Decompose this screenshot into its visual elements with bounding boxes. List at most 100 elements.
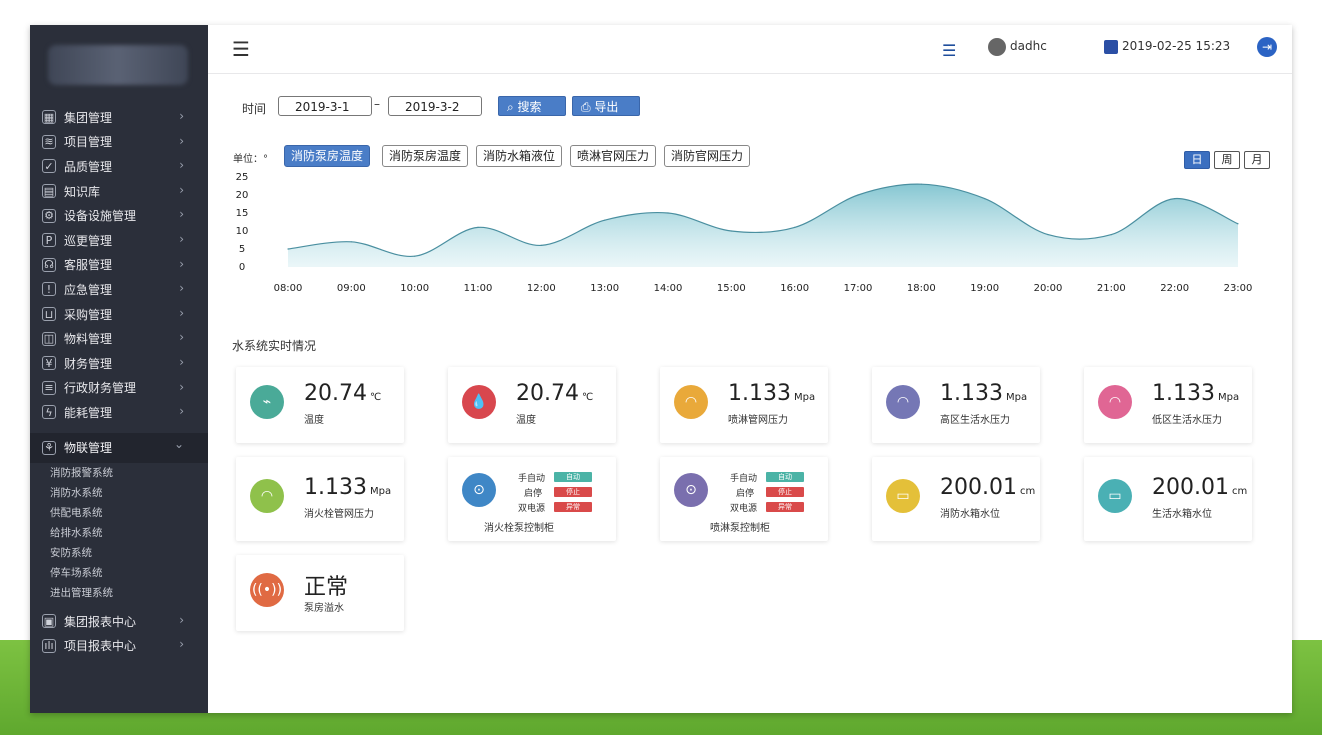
cart-icon: ⊔ xyxy=(42,307,56,322)
sidebar-item-admin-finance[interactable]: ≡ 行政财务管理 › xyxy=(30,376,208,401)
submenu-item[interactable]: 供配电系统 xyxy=(30,503,208,523)
username[interactable]: dadhc xyxy=(1010,39,1110,53)
search-label: 搜索 xyxy=(517,100,542,114)
sidebar-item-label: 客服管理 xyxy=(64,258,113,273)
tab-pump-room-temp-2[interactable]: 消防泵房温度 xyxy=(382,145,469,167)
tank-icon: ▭ xyxy=(1098,479,1132,513)
chevron-right-icon: › xyxy=(179,207,184,222)
metric-label: 温度 xyxy=(516,415,536,426)
x-axis: 08:00 09:00 10:00 11:00 12:00 13:00 14:00 15:00… xyxy=(274,283,1253,294)
metric-value: 200.01 cm xyxy=(940,475,1036,500)
x-tick-label: 23:00 xyxy=(1224,283,1253,294)
shield-icon: ✓ xyxy=(42,159,56,174)
energy-icon: ϟ xyxy=(42,405,56,420)
search-button[interactable]: ⌕ 搜索 xyxy=(498,96,566,116)
start-date-input[interactable]: 2019-3-1 xyxy=(278,96,372,116)
sidebar-item-label: 行政财务管理 xyxy=(64,381,137,396)
submenu-item[interactable]: 安防系统 xyxy=(30,543,208,563)
sidebar-item-label: 应急管理 xyxy=(64,282,113,297)
document-icon: ≡ xyxy=(42,380,56,395)
submenu-item[interactable]: 停车场系统 xyxy=(30,563,208,583)
avatar[interactable] xyxy=(988,38,1006,56)
sidebar-item-knowledge[interactable]: ▤ 知识库 › xyxy=(30,179,208,204)
data-point xyxy=(1174,198,1176,200)
sidebar-item-emergency[interactable]: ! 应急管理 › xyxy=(30,277,208,302)
sidebar-item-label: 能耗管理 xyxy=(64,405,113,420)
sidebar-item-label: 财务管理 xyxy=(64,356,113,371)
chevron-down-icon: ⌄ xyxy=(173,436,184,451)
data-point xyxy=(984,198,986,200)
sidebar-item-finance[interactable]: ¥ 财务管理 › xyxy=(30,351,208,376)
sidebar-item-service[interactable]: ☊ 客服管理 › xyxy=(30,253,208,278)
date-separator: – xyxy=(374,97,380,111)
metric-value: 20.74 ℃ xyxy=(304,381,382,406)
metric-label: 温度 xyxy=(304,415,324,426)
export-button[interactable]: ⎙ 导出 xyxy=(572,96,640,116)
sidebar-item-equipment[interactable]: ⚙ 设备设施管理 › xyxy=(30,203,208,228)
gauge-icon: ◠ xyxy=(1098,385,1132,419)
control-name: 消火栓泵控制柜 xyxy=(484,523,554,534)
headset-icon: ☊ xyxy=(42,257,56,272)
metric-card: ▭ 200.01 cm 消防水箱水位 xyxy=(872,457,1040,541)
menu-icon[interactable]: ☰ xyxy=(232,37,250,61)
data-point xyxy=(667,212,669,214)
tab-sprinkler-pressure[interactable]: 喷淋官网压力 xyxy=(570,145,657,167)
data-point xyxy=(1237,223,1239,225)
metric-label: 消火栓管网压力 xyxy=(304,509,374,520)
logout-icon[interactable]: ⇥ xyxy=(1257,37,1277,57)
chart-area xyxy=(288,184,1238,267)
tab-fire-main-pressure[interactable]: 消防官网压力 xyxy=(664,145,751,167)
search-icon: ⌕ xyxy=(507,100,518,114)
x-tick-label: 17:00 xyxy=(844,283,873,294)
tab-pump-room-temp[interactable]: 消防泵房温度 xyxy=(284,145,371,167)
chevron-right-icon: › xyxy=(179,281,184,296)
submenu-item[interactable]: 进出管理系统 xyxy=(30,583,208,603)
metric-card: ◠ 1.133 Mpa 喷淋管网压力 xyxy=(660,367,828,443)
list-icon[interactable]: ☰ xyxy=(942,41,956,60)
sidebar-item-project-report[interactable]: ılı 项目报表中心 › xyxy=(30,633,208,658)
x-tick-label: 19:00 xyxy=(970,283,999,294)
x-tick-label: 11:00 xyxy=(464,283,493,294)
chevron-right-icon: › xyxy=(179,612,184,627)
tab-tank-level[interactable]: 消防水箱液位 xyxy=(476,145,563,167)
data-point xyxy=(794,226,796,228)
sidebar-item-label: 集团管理 xyxy=(64,110,113,125)
data-point xyxy=(414,255,416,257)
sidebar-item-energy[interactable]: ϟ 能耗管理 › xyxy=(30,400,208,425)
submenu-item[interactable]: 消防水系统 xyxy=(30,483,208,503)
x-tick-label: 18:00 xyxy=(907,283,936,294)
metric-card: ▭ 200.01 cm 生活水箱水位 xyxy=(1084,457,1252,541)
pump-icon: ⊙ xyxy=(674,473,708,507)
sidebar-item-purchase[interactable]: ⊔ 采购管理 › xyxy=(30,302,208,327)
sidebar-item-patrol[interactable]: P 巡更管理 › xyxy=(30,228,208,253)
data-point xyxy=(920,183,922,185)
sidebar-item-group[interactable]: ▦ 集团管理 › xyxy=(30,105,208,130)
data-point xyxy=(477,226,479,228)
sidebar-item-quality[interactable]: ✓ 品质管理 › xyxy=(30,154,208,179)
metric-card: ⌁ 20.74 ℃ 温度 xyxy=(236,367,404,443)
submenu-item[interactable]: 消防报警系统 xyxy=(30,463,208,483)
submenu-item[interactable]: 给排水系统 xyxy=(30,523,208,543)
sidebar-item-project[interactable]: ≋ 项目管理 › xyxy=(30,130,208,155)
bar-chart-icon: ılı xyxy=(42,638,56,653)
control-label: 手自动 xyxy=(730,474,758,484)
metric-card: ◠ 1.133 Mpa 消火栓管网压力 xyxy=(236,457,404,541)
x-tick-label: 20:00 xyxy=(1034,283,1063,294)
sidebar-item-iot[interactable]: ⚘ 物联管理 ⌄ xyxy=(30,432,208,463)
signal-icon: ((•)) xyxy=(250,573,284,607)
end-date-input[interactable]: 2019-3-2 xyxy=(388,96,482,116)
sidebar-item-material[interactable]: ◫ 物料管理 › xyxy=(30,326,208,351)
main-content: ☰ ☰ dadhc 2019-02-25 15:23 ⇥ 时间 2019-3-1… xyxy=(208,25,1292,713)
chevron-right-icon: › xyxy=(179,637,184,652)
data-point xyxy=(604,219,606,221)
sidebar: ▦ 集团管理 › ≋ 项目管理 › ✓ 品质管理 › ▤ 知识库 › ⚙ 设备设施管理 › P 巡更管… xyxy=(30,25,208,713)
sidebar-item-group-report[interactable]: ▣ 集团报表中心 › xyxy=(30,609,208,634)
y-tick-label: 15 xyxy=(236,208,249,219)
water-drop-icon: 💧 xyxy=(462,385,496,419)
tank-icon: ▭ xyxy=(886,479,920,513)
data-point xyxy=(1047,234,1049,236)
book-icon: ▤ xyxy=(42,184,56,199)
control-label: 启停 xyxy=(524,489,543,499)
gauge-icon: ◠ xyxy=(674,385,708,419)
data-point xyxy=(1110,234,1112,236)
